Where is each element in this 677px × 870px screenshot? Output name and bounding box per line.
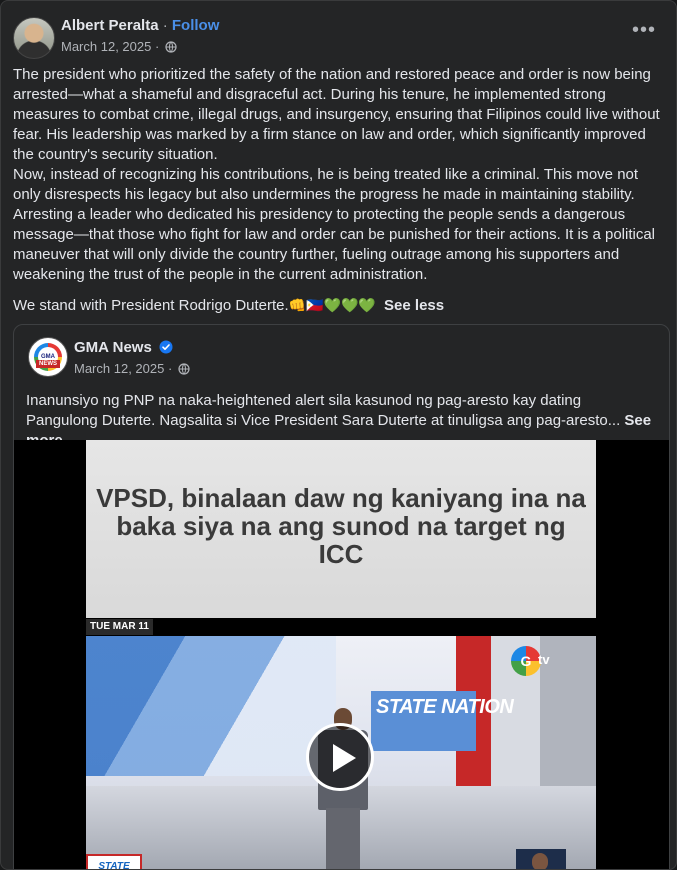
shared-page-name[interactable]: GMA News bbox=[74, 339, 152, 356]
shared-page-name-line: GMA News bbox=[74, 339, 173, 358]
globe-icon bbox=[178, 363, 190, 378]
emoji-group: 👊🇵🇭💚💚💚 bbox=[288, 297, 376, 313]
logo-subtext: NEWS bbox=[36, 360, 60, 368]
globe-icon bbox=[165, 41, 177, 56]
corner-show-logo: STATE bbox=[86, 854, 142, 869]
headline-band: VPSD, binalaan daw ng kaniyang ina na ba… bbox=[86, 440, 596, 618]
post-paragraph: Now, instead of recognizing his contribu… bbox=[13, 166, 656, 283]
shared-date[interactable]: March 12, 2025 · bbox=[74, 361, 172, 376]
verified-badge-icon bbox=[159, 340, 173, 358]
feed-post: Albert Peralta · Follow March 12, 2025 ·… bbox=[0, 0, 677, 870]
video-frame: VPSD, binalaan daw ng kaniyang ina na ba… bbox=[86, 440, 596, 869]
more-options-icon[interactable]: ••• bbox=[632, 20, 656, 40]
video-headline: VPSD, binalaan daw ng kaniyang ina na ba… bbox=[96, 483, 586, 569]
separator-dot: · bbox=[162, 17, 168, 34]
post-header: Albert Peralta · Follow March 12, 2025 ·… bbox=[13, 15, 664, 59]
author-name[interactable]: Albert Peralta bbox=[61, 17, 159, 34]
author-avatar[interactable] bbox=[13, 17, 55, 59]
post-meta: March 12, 2025 · bbox=[61, 39, 177, 56]
shared-post[interactable]: GMA NEWS GMA News March 12, 2025 · Inanu… bbox=[13, 324, 670, 869]
gtv-logo-suffix: tv bbox=[538, 652, 550, 667]
studio-wall-left bbox=[86, 636, 336, 776]
closing-text: We stand with President Rodrigo Duterte. bbox=[13, 297, 289, 314]
video-date-tag: TUE MAR 11 bbox=[86, 619, 153, 635]
inset-thumbnail bbox=[516, 849, 566, 869]
post-date[interactable]: March 12, 2025 · bbox=[61, 39, 159, 54]
post-body: The president who prioritized the safety… bbox=[13, 65, 667, 316]
follow-button[interactable]: Follow bbox=[172, 17, 220, 34]
author-line: Albert Peralta · Follow bbox=[61, 17, 219, 34]
gma-news-logo[interactable]: GMA NEWS bbox=[28, 337, 68, 377]
post-paragraph: The president who prioritized the safety… bbox=[13, 66, 660, 163]
gtv-logo: G bbox=[511, 646, 541, 676]
shared-meta: March 12, 2025 · bbox=[74, 361, 190, 378]
show-title: STATE NATION bbox=[376, 696, 514, 718]
play-button-icon[interactable] bbox=[306, 723, 374, 791]
see-less-link[interactable]: See less bbox=[384, 297, 444, 314]
shared-caption-text: Inanunsiyo ng PNP na naka-heightened ale… bbox=[26, 392, 621, 429]
video-player[interactable]: VPSD, binalaan daw ng kaniyang ina na ba… bbox=[14, 440, 669, 869]
gtv-logo-mark: G bbox=[520, 653, 532, 669]
post-closing-line: We stand with President Rodrigo Duterte.… bbox=[13, 295, 667, 316]
anchor-legs bbox=[326, 808, 360, 869]
